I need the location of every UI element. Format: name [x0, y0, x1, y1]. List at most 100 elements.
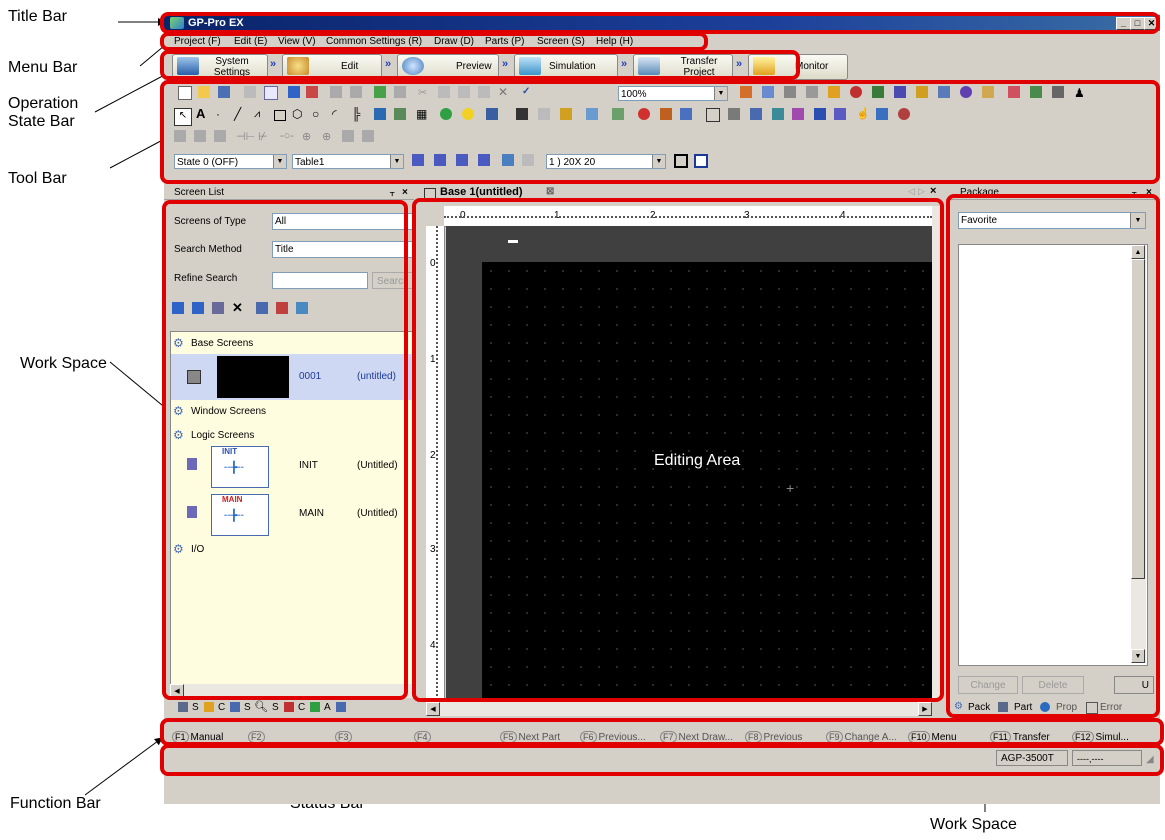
logic-screens-node[interactable]: Logic Screens: [191, 430, 254, 441]
scroll-up-icon[interactable]: ▲: [1131, 245, 1145, 259]
save-icon[interactable]: [218, 86, 230, 98]
refine-search-input[interactable]: [272, 272, 368, 289]
minimize-button[interactable]: _: [1116, 17, 1131, 30]
table-tool-icon[interactable]: ▦: [416, 108, 428, 120]
tab-address[interactable]: A: [324, 702, 331, 713]
tab-part[interactable]: Part: [1014, 702, 1032, 713]
preview-icon[interactable]: [264, 86, 278, 100]
menu-common-settings[interactable]: Common Settings (R): [326, 36, 422, 47]
layer-icon[interactable]: [784, 86, 796, 98]
new-screen-icon[interactable]: [172, 302, 184, 314]
close-icon[interactable]: ⊠: [546, 186, 554, 197]
io-node[interactable]: I/O: [191, 544, 204, 555]
file-manager-icon[interactable]: [750, 108, 762, 120]
data-display-icon[interactable]: [486, 108, 498, 120]
simulation-button[interactable]: Simulation: [514, 54, 618, 80]
text-tool-icon[interactable]: A: [196, 107, 208, 120]
delete-icon[interactable]: ✕: [232, 301, 244, 314]
pin-icon[interactable]: ᚁ: [1132, 186, 1136, 199]
tab-cross-ref[interactable]: C: [298, 702, 305, 713]
edit-button[interactable]: Edit: [282, 54, 382, 80]
delete-button[interactable]: Delete: [1022, 676, 1084, 694]
scale-tool-icon[interactable]: ╠: [352, 108, 364, 120]
editor-hscrollbar[interactable]: ◀ ▶: [426, 702, 932, 716]
grid-display-icon[interactable]: [694, 154, 708, 168]
snap-icon[interactable]: [674, 154, 688, 168]
transfer-project-button[interactable]: Transfer Project: [633, 54, 733, 80]
tc-icon[interactable]: [456, 154, 468, 166]
picture-display-icon[interactable]: [680, 108, 692, 120]
screen-area[interactable]: Editing Area +: [482, 262, 932, 700]
function-key-f12[interactable]: F12 Simul...: [1072, 731, 1129, 743]
change-button[interactable]: Change: [958, 676, 1018, 694]
meter-icon[interactable]: [538, 108, 550, 120]
menu-help[interactable]: Help (H): [596, 36, 633, 47]
function-key-f10[interactable]: F10 Menu: [908, 731, 957, 743]
script-icon[interactable]: [872, 86, 884, 98]
package-category-select[interactable]: Favorite ▼: [958, 212, 1146, 229]
screen-props-icon[interactable]: [256, 302, 268, 314]
state-select[interactable]: State 0 (OFF) ▼: [174, 154, 287, 169]
logic-screen-row-init[interactable]: INIT ╌╊╌ INIT (Untitled): [171, 444, 415, 490]
screen-copy-icon[interactable]: [306, 86, 318, 98]
log-icon[interactable]: [1052, 86, 1064, 98]
screen-list-hscrollbar[interactable]: ◀: [170, 684, 414, 698]
image-icon[interactable]: [1008, 86, 1020, 98]
screens-of-type-select[interactable]: All: [272, 213, 414, 230]
open-icon[interactable]: [198, 86, 210, 98]
list-icon[interactable]: [834, 108, 846, 120]
rectangle-tool-icon[interactable]: [274, 110, 286, 121]
chevron-down-icon[interactable]: ▼: [273, 155, 286, 168]
parts-library-icon[interactable]: [876, 108, 888, 120]
print-icon[interactable]: [244, 86, 256, 98]
spellcheck-icon[interactable]: ✓: [522, 86, 534, 98]
chevron-down-icon[interactable]: ▼: [652, 155, 665, 168]
screen-sort-icon[interactable]: [296, 302, 308, 314]
package-vscrollbar[interactable]: ▲ ▼: [1131, 245, 1146, 663]
alarm-display-icon[interactable]: [638, 108, 650, 120]
tab-search[interactable]: S: [272, 702, 279, 713]
menu-project[interactable]: Project (F): [174, 36, 221, 47]
tab-prop[interactable]: Prop: [1056, 702, 1077, 713]
switch-lamp-icon[interactable]: [440, 108, 452, 120]
id-icon[interactable]: [412, 154, 424, 166]
graph-icon[interactable]: [516, 108, 528, 120]
person-icon[interactable]: ♟: [1074, 86, 1086, 100]
tab-scroll-right-icon[interactable]: ▷: [918, 186, 925, 197]
text-table-icon[interactable]: [938, 86, 950, 98]
ungroup-icon[interactable]: [762, 86, 774, 98]
ad-icon[interactable]: [434, 154, 446, 166]
table-select[interactable]: Table1 ▼: [292, 154, 404, 169]
pin-icon[interactable]: ᚁ: [390, 186, 394, 199]
logic-screen-row-main[interactable]: MAIN ╌╊╌ MAIN (Untitled): [171, 492, 415, 538]
close-button[interactable]: ✕: [1144, 17, 1159, 30]
dot-tool-icon[interactable]: ·: [216, 108, 228, 120]
close-icon[interactable]: ×: [930, 185, 936, 197]
w-icon[interactable]: [478, 154, 490, 166]
tab-screen[interactable]: S: [192, 702, 199, 713]
line-tool-icon[interactable]: ╱: [234, 108, 246, 120]
message-icon[interactable]: [706, 108, 720, 122]
function-key-f1[interactable]: F1 Manual: [172, 731, 223, 743]
scroll-thumb[interactable]: [1131, 259, 1145, 579]
arc-tool-icon[interactable]: ◜: [332, 108, 344, 120]
screen-color-icon[interactable]: [276, 302, 288, 314]
recipe-icon[interactable]: [1030, 86, 1042, 98]
trend-graph-icon[interactable]: [586, 108, 598, 120]
tab-scroll-left-icon[interactable]: ◁: [908, 186, 915, 197]
globe-icon[interactable]: [898, 108, 910, 120]
menu-draw[interactable]: Draw (D): [434, 36, 474, 47]
close-icon[interactable]: ×: [402, 186, 408, 199]
folder-icon[interactable]: [982, 86, 994, 98]
key-icon[interactable]: [828, 86, 840, 98]
print-screen-icon[interactable]: [522, 154, 534, 166]
check-icon[interactable]: [374, 86, 386, 98]
new-screen-icon[interactable]: [288, 86, 300, 98]
fill-tool-icon[interactable]: [394, 108, 406, 120]
address-icon[interactable]: [850, 86, 862, 98]
search-button[interactable]: Search: [372, 272, 414, 289]
window-icon[interactable]: [502, 154, 514, 166]
new-icon[interactable]: [178, 86, 192, 100]
historical-trend-icon[interactable]: [612, 108, 624, 120]
special-data-icon[interactable]: [792, 108, 804, 120]
